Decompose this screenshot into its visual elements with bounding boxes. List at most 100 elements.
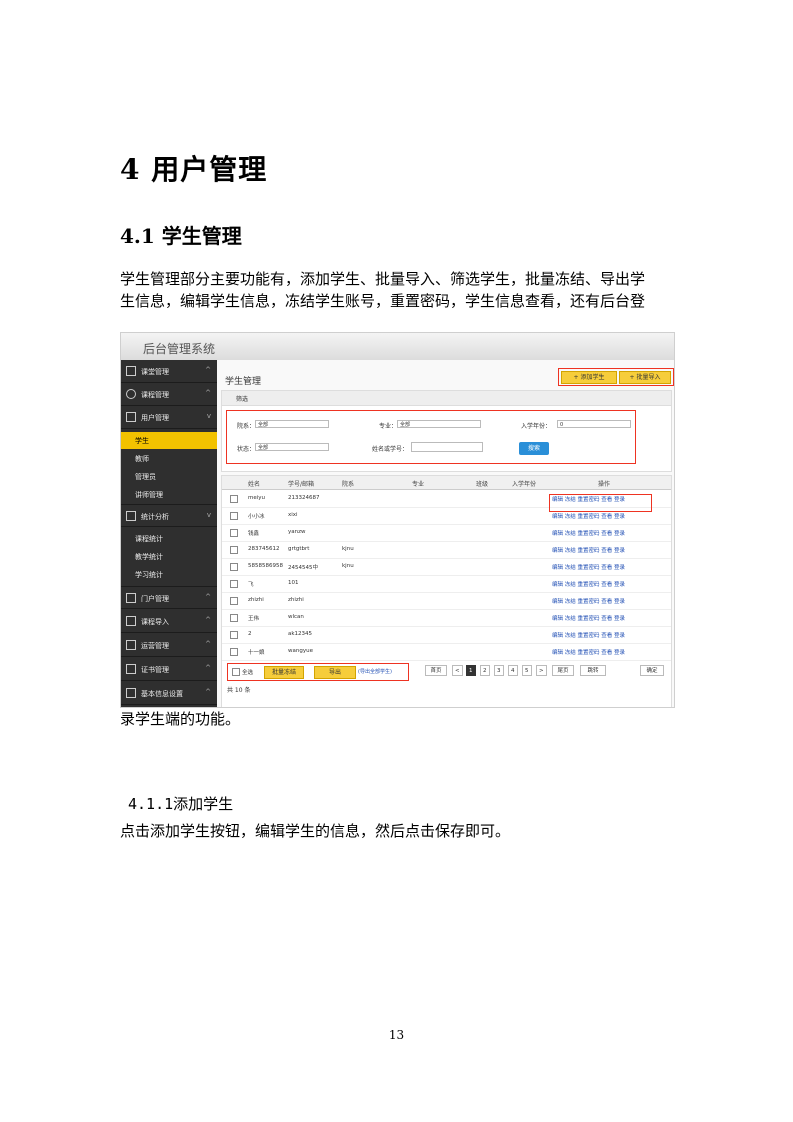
page-prev[interactable]: < xyxy=(452,665,463,676)
col-name: 姓名 xyxy=(248,481,261,488)
table-row: 王伟 wlcan 编辑 冻结 重置密码 查看 登录 xyxy=(222,609,671,627)
sidebar-item-label: 管理员 xyxy=(135,473,156,481)
sidebar-label: 课程管理 xyxy=(141,391,169,399)
sidebar-item-admin[interactable]: 管理员 xyxy=(121,468,217,485)
chevron-up-icon: ^ xyxy=(205,593,211,601)
sidebar-item-course-stats[interactable]: 课程统计 xyxy=(121,530,217,547)
select-all-checkbox[interactable] xyxy=(232,668,240,676)
college-select[interactable]: 全部 xyxy=(255,420,329,428)
cell-dept: kjnu xyxy=(342,546,354,552)
paragraph-line-1: 学生管理部分主要功能有，添加学生、批量导入、筛选学生，批量冻结、导出学 xyxy=(120,270,646,288)
col-year: 入学年份 xyxy=(512,481,537,488)
row-actions[interactable]: 编辑 冻结 重置密码 查看 登录 xyxy=(552,614,625,622)
bar-chart-icon xyxy=(126,640,136,650)
row-actions[interactable]: 编辑 冻结 重置密码 查看 登录 xyxy=(552,563,625,571)
cell-name: 小小冰 xyxy=(248,514,265,520)
col-id: 学号/邮箱 xyxy=(288,481,315,488)
sidebar-section-portal[interactable]: 门户管理 ^ xyxy=(121,586,217,609)
page-4[interactable]: 4 xyxy=(508,665,518,676)
cell-id: wangyue xyxy=(288,648,313,654)
monitor-icon xyxy=(126,593,136,603)
major-select[interactable]: 全部 xyxy=(397,420,481,428)
sidebar-section-operations[interactable]: 运营管理 ^ xyxy=(121,634,217,657)
sidebar-section-certificate[interactable]: 证书管理 ^ xyxy=(121,658,217,681)
cell-name: 283745612 xyxy=(248,546,280,552)
sidebar-label: 统计分析 xyxy=(141,513,169,521)
table-row: 十一娘 wangyue 编辑 冻结 重置密码 查看 登录 xyxy=(222,643,671,661)
monitor-icon xyxy=(126,366,136,376)
jump-input[interactable]: 跳转 xyxy=(580,665,606,676)
row-actions[interactable]: 编辑 冻结 重置密码 查看 登录 xyxy=(552,648,625,656)
sidebar-item-teacher[interactable]: 教师 xyxy=(121,450,217,467)
col-dept: 院系 xyxy=(342,481,355,488)
bar-chart-icon xyxy=(126,616,136,626)
status-label: 状态： xyxy=(237,446,256,453)
cell-id: 101 xyxy=(288,580,299,586)
row-checkbox[interactable] xyxy=(230,563,238,571)
row-actions[interactable]: 编辑 冻结 重置密码 查看 登录 xyxy=(552,546,625,554)
table-footer: 全选 批量冻结 导出 (导出全部学生) 首页 < 1 2 3 4 5 > 尾页 … xyxy=(222,660,671,681)
filter-title: 筛选 xyxy=(236,396,249,403)
sidebar-section-classroom[interactable]: 课堂管理 ^ xyxy=(121,360,217,383)
add-student-button[interactable]: + 添加学生 xyxy=(561,371,617,384)
page-first[interactable]: 首页 xyxy=(425,665,447,676)
chevron-up-icon: ^ xyxy=(205,366,211,374)
row-checkbox[interactable] xyxy=(230,529,238,537)
table-row: 2 ak12345 编辑 冻结 重置密码 查看 登录 xyxy=(222,626,671,644)
col-class: 班级 xyxy=(476,481,489,488)
page-last[interactable]: 尾页 xyxy=(552,665,574,676)
row-actions[interactable]: 编辑 冻结 重置密码 查看 登录 xyxy=(552,597,625,605)
batch-freeze-button[interactable]: 批量冻结 xyxy=(264,666,304,679)
highlight-box-ops xyxy=(549,494,652,512)
batch-import-button[interactable]: + 批量导入 xyxy=(619,371,671,384)
year-select[interactable]: 0 xyxy=(557,420,631,428)
row-actions[interactable]: 编辑 冻结 重置密码 查看 登录 xyxy=(552,512,625,520)
row-checkbox[interactable] xyxy=(230,580,238,588)
paragraph-line-2: 生信息，编辑学生信息，冻结学生账号，重置密码，学生信息查看，还有后台登 xyxy=(120,292,646,310)
bar-chart-icon xyxy=(126,412,136,422)
export-button[interactable]: 导出 xyxy=(314,666,356,679)
sidebar-item-lecturer[interactable]: 讲师管理 xyxy=(121,486,217,503)
cell-name: meiyu xyxy=(248,495,266,501)
page-next[interactable]: > xyxy=(536,665,547,676)
row-checkbox[interactable] xyxy=(230,648,238,656)
sidebar-section-import[interactable]: 课程导入 ^ xyxy=(121,610,217,633)
keyword-input[interactable] xyxy=(411,442,483,452)
row-checkbox[interactable] xyxy=(230,495,238,503)
page-5[interactable]: 5 xyxy=(522,665,532,676)
sidebar-section-users[interactable]: 用户管理 v xyxy=(121,406,217,429)
page-1[interactable]: 1 xyxy=(466,665,476,676)
search-button[interactable]: 搜索 xyxy=(519,442,549,455)
highlight-box-buttons: + 添加学生 + 批量导入 xyxy=(558,368,674,386)
highlight-box-footer: 全选 批量冻结 导出 (导出全部学生) xyxy=(227,663,409,681)
row-checkbox[interactable] xyxy=(230,631,238,639)
row-checkbox[interactable] xyxy=(230,546,238,554)
sidebar-item-teaching-stats[interactable]: 教学统计 xyxy=(121,548,217,565)
cell-id: xixi xyxy=(288,512,298,518)
sidebar-item-learning-stats[interactable]: 学习统计 xyxy=(121,566,217,583)
row-checkbox[interactable] xyxy=(230,512,238,520)
cell-id: ak12345 xyxy=(288,631,313,637)
row-actions[interactable]: 编辑 冻结 重置密码 查看 登录 xyxy=(552,580,625,588)
page-3[interactable]: 3 xyxy=(494,665,504,676)
sidebar-item-student[interactable]: 学生 xyxy=(121,432,217,449)
page-2[interactable]: 2 xyxy=(480,665,490,676)
bar-chart-icon xyxy=(126,664,136,674)
keyword-label: 姓名或学号： xyxy=(372,446,409,453)
sidebar-section-course[interactable]: 课程管理 ^ xyxy=(121,383,217,406)
filter-panel: 筛选 院系： 全部 专业： 全部 入学年份： 0 状态： 全部 姓名或学号： 搜… xyxy=(221,390,672,472)
row-checkbox[interactable] xyxy=(230,614,238,622)
app-title: 后台管理系统 xyxy=(143,342,216,356)
chevron-up-icon: ^ xyxy=(205,664,211,672)
sidebar-section-stats[interactable]: 统计分析 v xyxy=(121,504,217,527)
row-checkbox[interactable] xyxy=(230,597,238,605)
cell-name: zhizhi xyxy=(248,597,264,603)
cell-name: 十一娘 xyxy=(248,650,265,656)
college-label: 院系： xyxy=(237,423,256,430)
row-actions[interactable]: 编辑 冻结 重置密码 查看 登录 xyxy=(552,529,625,537)
row-actions[interactable]: 编辑 冻结 重置密码 查看 登录 xyxy=(552,631,625,639)
sidebar-section-settings[interactable]: 基本信息设置 ^ xyxy=(121,682,217,705)
major-label: 专业： xyxy=(379,423,398,430)
status-select[interactable]: 全部 xyxy=(255,443,329,451)
goto-button[interactable]: 确定 xyxy=(640,665,664,676)
